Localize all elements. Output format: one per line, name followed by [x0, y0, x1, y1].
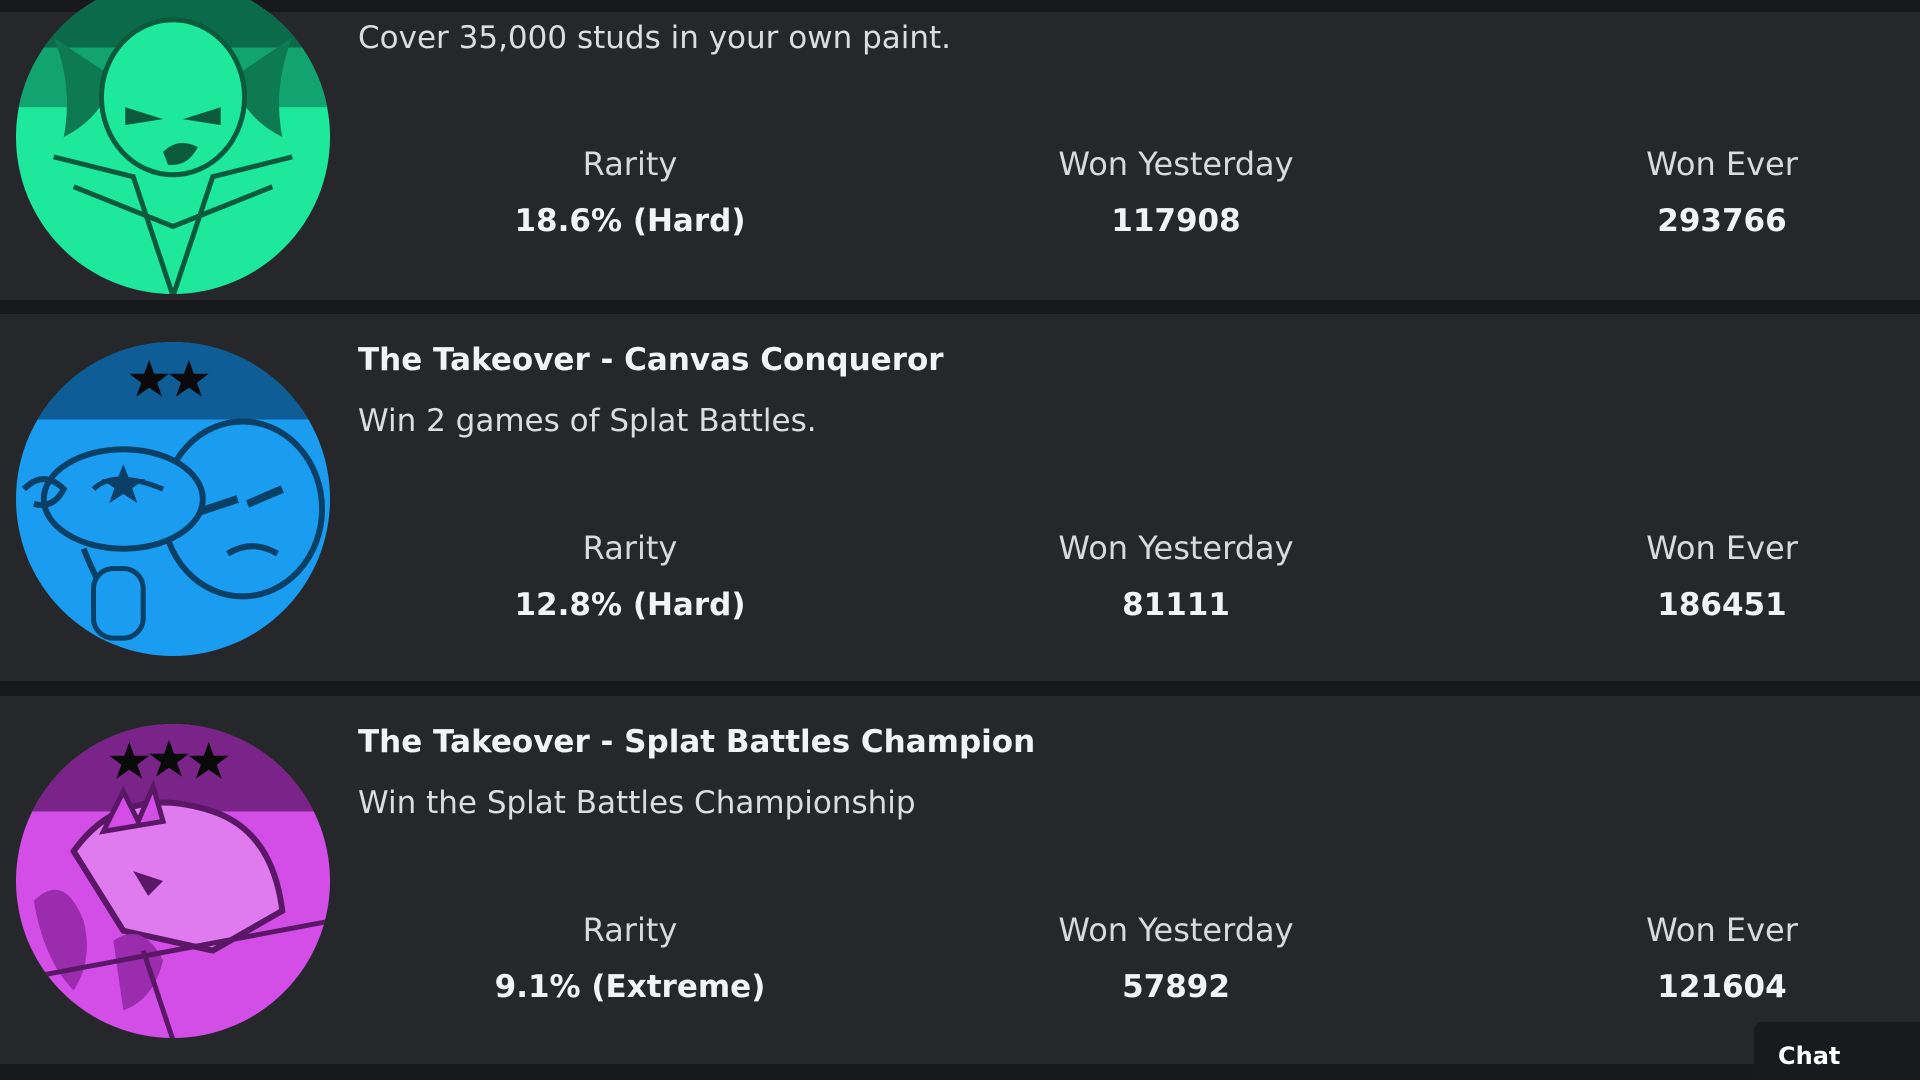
green-face-paint-badge-icon[interactable] — [14, 0, 332, 296]
won-ever-label: Won Ever — [1646, 145, 1798, 183]
won-ever-value: 186451 — [1657, 587, 1787, 623]
badge-title: The Takeover - Splat Battles Champion — [358, 724, 1036, 760]
won-ever-stat: Won Ever 186451 — [1542, 529, 1902, 623]
won-ever-value: 121604 — [1657, 969, 1787, 1005]
badge-description: Cover 35,000 studs in your own paint. — [358, 20, 952, 56]
badge-card[interactable]: The Takeover - Canvas Conqueror Win 2 ga… — [0, 314, 1920, 681]
won-yesterday-value: 117908 — [1111, 203, 1241, 239]
won-ever-label: Won Ever — [1646, 911, 1798, 949]
rarity-label: Rarity — [582, 529, 678, 567]
badge-title: The Takeover - Canvas Conqueror — [358, 342, 944, 378]
won-ever-stat: Won Ever 121604 — [1542, 911, 1902, 1005]
purple-three-star-champion-badge-icon[interactable] — [14, 722, 332, 1040]
badges-page: Cover 35,000 studs in your own paint. Ra… — [0, 0, 1920, 1080]
won-ever-value: 293766 — [1657, 203, 1787, 239]
won-yesterday-stat: Won Yesterday 81111 — [996, 529, 1356, 623]
won-ever-label: Won Ever — [1646, 529, 1798, 567]
won-yesterday-label: Won Yesterday — [1058, 145, 1294, 183]
won-yesterday-stat: Won Yesterday 57892 — [996, 911, 1356, 1005]
rarity-stat: Rarity 18.6% (Hard) — [450, 145, 810, 239]
rarity-stat: Rarity 12.8% (Hard) — [450, 529, 810, 623]
won-yesterday-label: Won Yesterday — [1058, 911, 1294, 949]
rarity-label: Rarity — [582, 911, 678, 949]
badge-card[interactable]: Cover 35,000 studs in your own paint. Ra… — [0, 0, 1920, 300]
rarity-value: 12.8% (Hard) — [514, 587, 746, 623]
chat-button[interactable]: Chat — [1754, 1022, 1920, 1080]
badge-description: Win the Splat Battles Championship — [358, 785, 916, 821]
rarity-value: 18.6% (Hard) — [514, 203, 746, 239]
badge-card[interactable]: The Takeover - Splat Battles Champion Wi… — [0, 696, 1920, 1064]
rarity-value: 9.1% (Extreme) — [494, 969, 766, 1005]
badge-description: Win 2 games of Splat Battles. — [358, 403, 817, 439]
rarity-stat: Rarity 9.1% (Extreme) — [450, 911, 810, 1005]
won-yesterday-stat: Won Yesterday 117908 — [996, 145, 1356, 239]
rarity-label: Rarity — [582, 145, 678, 183]
won-ever-stat: Won Ever 293766 — [1542, 145, 1902, 239]
won-yesterday-value: 57892 — [1122, 969, 1230, 1005]
won-yesterday-value: 81111 — [1122, 587, 1230, 623]
blue-two-star-punch-badge-icon[interactable] — [14, 340, 332, 658]
won-yesterday-label: Won Yesterday — [1058, 529, 1294, 567]
